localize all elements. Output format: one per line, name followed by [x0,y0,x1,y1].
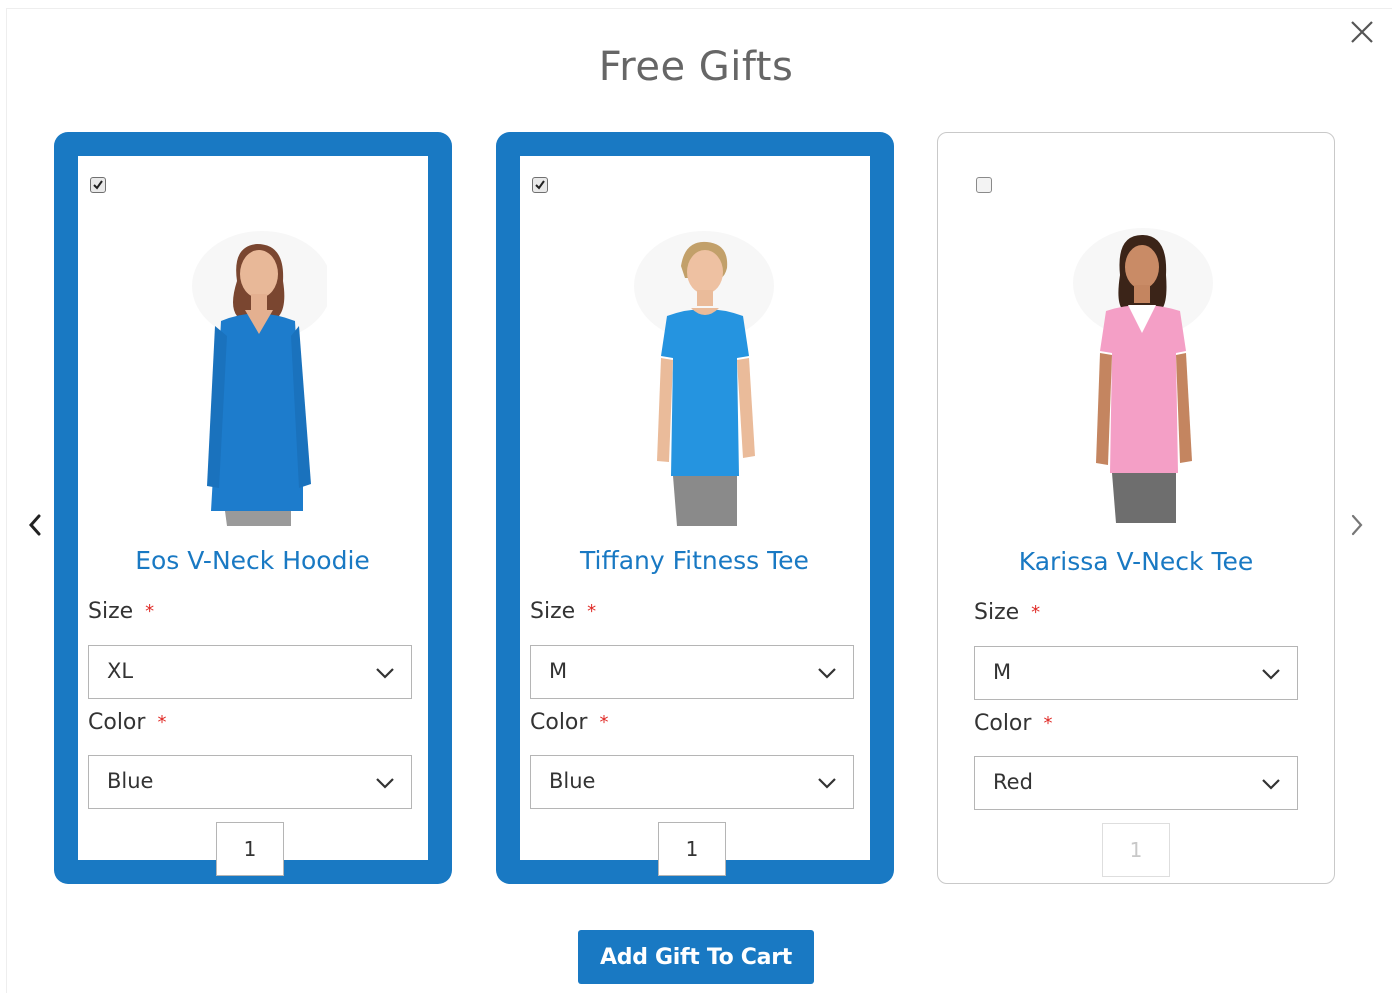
product-name[interactable]: Karissa V-Neck Tee [938,547,1334,576]
size-select[interactable]: M [974,646,1298,700]
chevron-down-icon [1262,669,1280,680]
size-select[interactable]: XL [88,645,412,699]
chevron-left-icon[interactable] [24,508,48,542]
product-name[interactable]: Tiffany Fitness Tee [519,546,870,575]
quantity-input[interactable] [658,822,726,876]
product-image [1073,228,1213,523]
color-select-value: Red [993,770,1033,794]
chevron-right-icon[interactable] [1346,508,1370,542]
color-select[interactable]: Red [974,756,1298,810]
product-name[interactable]: Eos V-Neck Hoodie [77,546,428,575]
product-image [192,231,327,526]
quantity-input [1102,823,1170,877]
product-image [634,231,774,526]
quantity-input[interactable] [216,822,284,876]
gift-card-eos-v-neck-hoodie[interactable]: Eos V-Neck Hoodie Size * XL Color * Blue [54,132,452,884]
color-label: Color * [974,711,1053,736]
size-label: Size * [974,600,1041,625]
chevron-down-icon [376,668,394,679]
color-label: Color * [530,710,609,735]
chevron-down-icon [376,778,394,789]
chevron-down-icon [1262,779,1280,790]
gift-card-karissa-v-neck-tee[interactable]: Karissa V-Neck Tee Size * M Color * Red [937,132,1335,884]
chevron-down-icon [818,778,836,789]
gift-card-tiffany-fitness-tee[interactable]: Tiffany Fitness Tee Size * M Color * Blue [496,132,894,884]
gift-select-checkbox[interactable] [90,177,106,193]
color-select-value: Blue [107,769,154,793]
add-gift-to-cart-button[interactable]: Add Gift To Cart [578,930,814,984]
size-select-value: M [993,660,1012,684]
gift-select-checkbox[interactable] [976,177,992,193]
size-select-value: XL [107,659,134,683]
color-label: Color * [88,710,167,735]
color-select[interactable]: Blue [530,755,854,809]
color-select[interactable]: Blue [88,755,412,809]
color-select-value: Blue [549,769,596,793]
garment [661,309,749,476]
size-select[interactable]: M [530,645,854,699]
size-select-value: M [549,659,568,683]
size-label: Size * [530,599,597,624]
modal-title: Free Gifts [598,44,794,90]
size-label: Size * [88,599,155,624]
chevron-down-icon [818,668,836,679]
gift-select-checkbox[interactable] [532,177,548,193]
